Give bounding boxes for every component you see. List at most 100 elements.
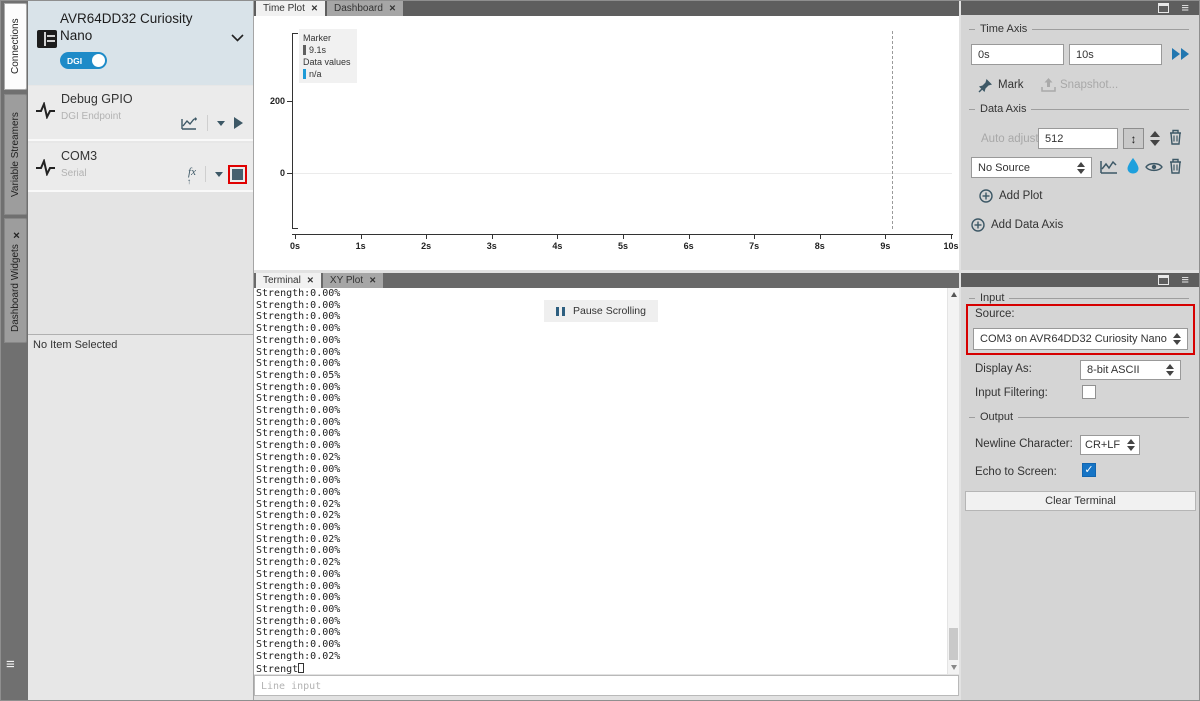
close-icon[interactable]: ✕ — [11, 229, 21, 239]
mark-button[interactable]: Mark — [998, 79, 1024, 91]
axis-spinner[interactable] — [1150, 131, 1160, 146]
axis-range-input[interactable] — [1038, 128, 1118, 149]
display-as-select[interactable]: 8-bit ASCII — [1080, 360, 1181, 380]
legend-marker-label: Marker — [303, 32, 353, 44]
menu-icon[interactable]: ≡ — [1181, 3, 1189, 13]
scroll-down-icon[interactable] — [951, 665, 957, 670]
add-data-axis-button[interactable]: Add Data Axis — [971, 218, 1063, 232]
terminal-line: Strength:0.00% — [256, 347, 340, 359]
line-input-field[interactable] — [255, 677, 958, 696]
source-label: Source: — [975, 308, 1015, 320]
visibility-eye-icon[interactable] — [1145, 161, 1163, 173]
connections-panel: AVR64DD32 Curiosity Nano DGI Debug GPIO … — [28, 1, 254, 700]
sidebar-tab-variable-streamers[interactable]: Variable Streamers — [4, 94, 27, 215]
waveform-icon — [36, 159, 55, 176]
tab-xy-plot[interactable]: XY Plot ✕ — [323, 273, 383, 288]
terminal-scrollbar[interactable] — [947, 288, 959, 674]
legend-data-label: Data values — [303, 56, 353, 68]
terminal-line: Strength:0.02% — [256, 499, 340, 511]
pause-scrolling-button[interactable]: Pause Scrolling — [544, 300, 658, 322]
tab-dashboard[interactable]: Dashboard ✕ — [327, 1, 403, 16]
play-icon[interactable] — [234, 117, 243, 129]
snapshot-button[interactable]: Snapshot... — [1060, 79, 1118, 91]
close-icon[interactable]: ✕ — [369, 275, 376, 286]
stream-row-debug-gpio[interactable]: Debug GPIO DGI Endpoint — [28, 86, 253, 141]
terminal-line: Strength:0.00% — [256, 358, 340, 370]
echo-to-screen-label: Echo to Screen: — [975, 466, 1057, 478]
sidebar-tab-dashboard-widgets[interactable]: Dashboard Widgets ✕ — [4, 218, 27, 343]
legend-data-value: n/a — [309, 68, 322, 80]
time-start-input[interactable] — [971, 44, 1064, 65]
terminal-settings-titlebar: ≡ — [961, 273, 1199, 287]
select-spinner-icon — [1077, 162, 1085, 174]
device-card[interactable]: AVR64DD32 Curiosity Nano DGI — [28, 1, 253, 85]
terminal-line: Strength:0.00% — [256, 627, 340, 639]
plot-source-select[interactable]: No Source — [971, 157, 1092, 178]
chevron-down-icon[interactable] — [217, 121, 225, 126]
terminal-settings-panel: Input Source: COM3 on AVR64DD32 Curiosit… — [961, 287, 1199, 700]
select-spinner-icon — [1173, 333, 1181, 345]
chevron-down-icon[interactable] — [215, 172, 223, 177]
terminal-dock-tabbar: Terminal ✕ XY Plot ✕ — [254, 273, 959, 288]
fit-axis-button[interactable]: ↕ — [1123, 128, 1144, 149]
fast-forward-icon[interactable] — [1172, 48, 1189, 60]
input-section-header: Input — [969, 292, 1189, 304]
clear-terminal-button[interactable]: Clear Terminal — [965, 491, 1196, 511]
chevron-down-icon[interactable] — [231, 34, 244, 42]
zero-gridline — [293, 173, 952, 174]
tab-terminal[interactable]: Terminal ✕ — [256, 273, 321, 288]
newline-select[interactable]: CR+LF — [1080, 435, 1140, 455]
add-plot-button[interactable]: Add Plot — [979, 189, 1042, 203]
terminal-source-select[interactable]: COM3 on AVR64DD32 Curiosity Nano — [973, 328, 1188, 350]
sidebar-tab-connections[interactable]: Connections — [4, 3, 27, 90]
color-droplet-icon[interactable] — [1127, 158, 1139, 174]
y-tick — [287, 173, 292, 174]
time-plot-canvas[interactable]: Marker 9.1s Data values n/a 200 0 0s1s2s… — [254, 16, 959, 270]
divider — [205, 166, 206, 182]
select-spinner-icon — [1166, 364, 1174, 376]
terminal-line: Strength:0.00% — [256, 487, 340, 499]
menu-icon[interactable]: ≡ — [1181, 275, 1189, 285]
legend-marker-value: 9.1s — [309, 44, 326, 56]
delete-plot-icon[interactable] — [1168, 157, 1183, 175]
tab-time-plot[interactable]: Time Plot ✕ — [256, 1, 325, 16]
stop-icon-highlighted[interactable] — [232, 169, 243, 180]
terminal-line: Strength:0.02% — [256, 651, 340, 663]
input-filtering-checkbox[interactable] — [1082, 385, 1096, 399]
stream-subtitle: Serial — [61, 168, 87, 179]
data-swatch — [303, 69, 306, 79]
sidebar-menu-icon[interactable]: ≡ — [6, 658, 23, 672]
scroll-up-icon[interactable] — [951, 292, 957, 297]
line-plot-icon[interactable] — [1100, 160, 1118, 175]
echo-checkbox[interactable]: ✓ — [1082, 463, 1096, 477]
mark-pin-icon[interactable] — [978, 78, 993, 93]
input-filtering-label: Input Filtering: — [975, 387, 1048, 399]
delete-axis-icon[interactable] — [1168, 128, 1183, 146]
newline-character-label: Newline Character: — [975, 438, 1073, 450]
stream-row-com3[interactable]: COM3 Serial fx↑ — [28, 143, 253, 192]
terminal-line: Strength:0.00% — [256, 428, 340, 440]
time-axis-header: Time Axis — [969, 23, 1189, 35]
fx-variable-icon[interactable]: fx↑ — [188, 166, 196, 182]
add-to-plot-icon[interactable] — [181, 116, 198, 131]
close-icon[interactable]: ✕ — [389, 3, 396, 14]
terminal-output-area[interactable]: Strength:0.00%Strength:0.00%Strength:0.0… — [254, 288, 959, 674]
marker-line[interactable] — [892, 31, 893, 229]
close-icon[interactable]: ✕ — [307, 275, 314, 286]
board-icon — [36, 28, 58, 50]
terminal-line: Strength:0.00% — [256, 604, 340, 616]
terminal-line: Strength:0.00% — [256, 464, 340, 476]
terminal-line: Strength:0.02% — [256, 557, 340, 569]
time-end-input[interactable] — [1069, 44, 1162, 65]
terminal-line: Strength:0.00% — [256, 581, 340, 593]
y-axis — [292, 33, 293, 229]
mplab-data-visualizer-window: Connections Variable Streamers Dashboard… — [0, 0, 1200, 701]
terminal-line: Strength:0.00% — [256, 382, 340, 394]
scrollbar-thumb[interactable] — [949, 628, 958, 660]
auto-adjust-label: Auto adjust — [981, 133, 1039, 145]
stream-subtitle: DGI Endpoint — [61, 111, 121, 122]
close-icon[interactable]: ✕ — [311, 3, 318, 14]
window-icon[interactable] — [1158, 275, 1169, 285]
window-icon[interactable] — [1158, 3, 1169, 13]
dgi-toggle[interactable]: DGI — [60, 52, 107, 69]
